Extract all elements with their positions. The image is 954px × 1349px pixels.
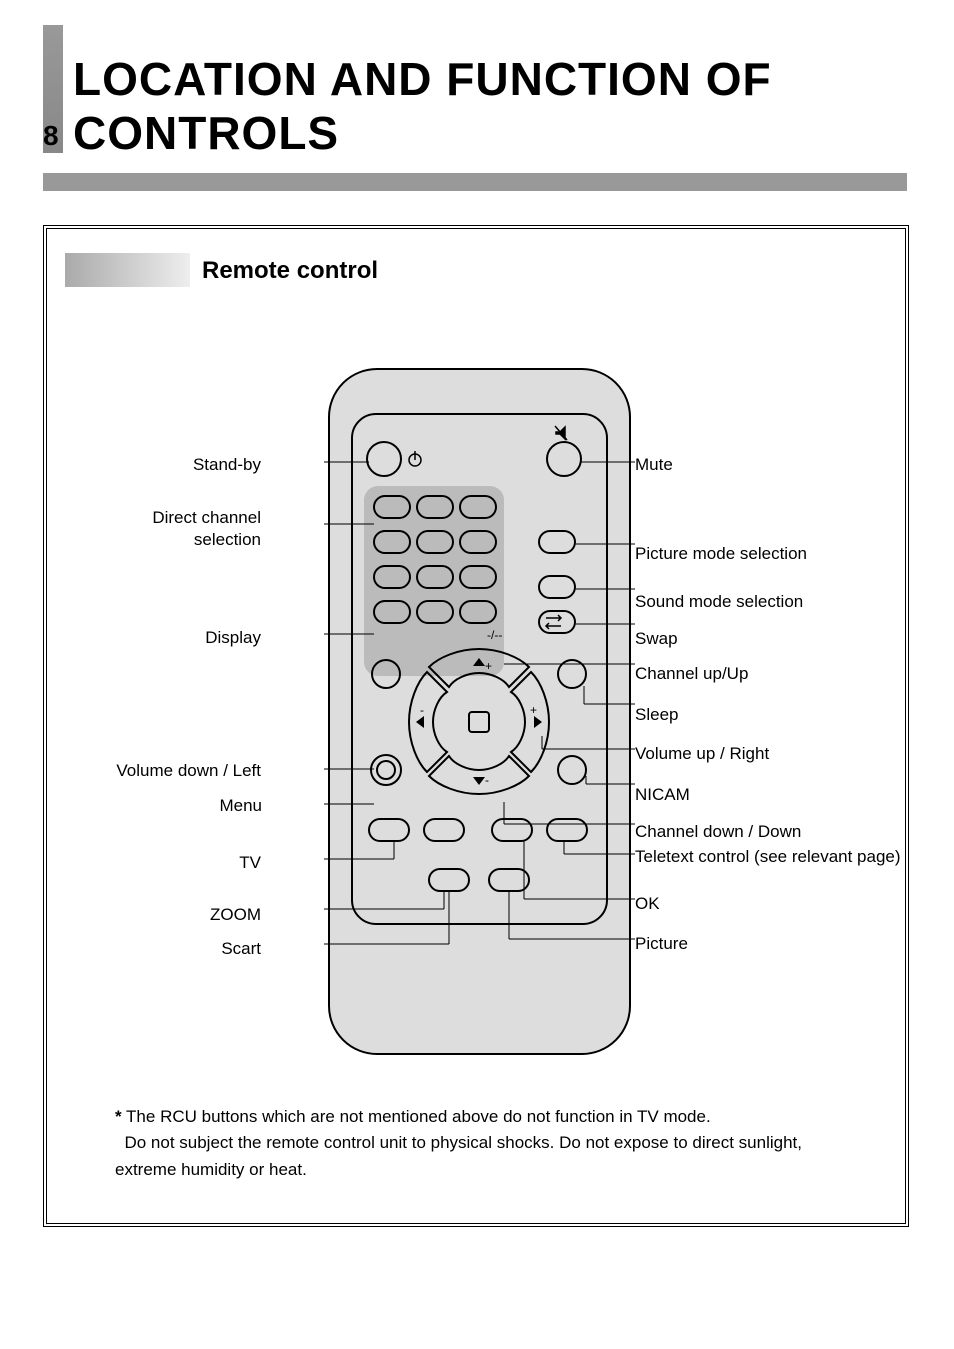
label-nicam: NICAM xyxy=(635,784,690,806)
label-channel-down: Channel down / Down xyxy=(635,821,801,843)
remote-diagram: -/-- + - - + xyxy=(324,364,635,1059)
footnote-star: * xyxy=(115,1107,122,1126)
label-ok: OK xyxy=(635,893,660,915)
section-badge xyxy=(65,253,190,287)
footnote-line1: The RCU buttons which are not mentioned … xyxy=(126,1107,711,1126)
section-badge-label: Remote control xyxy=(202,257,378,285)
svg-text:-: - xyxy=(485,773,489,787)
label-volume-down: Volume down / Left xyxy=(87,760,261,782)
content-frame: Remote control Stand-by Direct channel s… xyxy=(43,225,909,1227)
svg-text:-/--: -/-- xyxy=(487,628,502,642)
label-channel-up: Channel up/Up xyxy=(635,663,748,685)
label-sleep: Sleep xyxy=(635,704,678,726)
label-mute: Mute xyxy=(635,454,673,476)
label-teletext: Teletext control (see relevant page) xyxy=(635,846,901,868)
label-tv: TV xyxy=(197,852,261,874)
label-volume-up: Volume up / Right xyxy=(635,743,769,765)
footnote: * The RCU buttons which are not mentione… xyxy=(115,1104,845,1183)
label-direct-channel: Direct channel selection xyxy=(111,507,261,551)
section-title: LOCATION AND FUNCTION OF CONTROLS xyxy=(73,52,954,160)
header-rule xyxy=(43,173,907,191)
label-scart: Scart xyxy=(197,938,261,960)
label-zoom: ZOOM xyxy=(197,904,261,926)
svg-text:+: + xyxy=(530,703,537,717)
label-picture-mode: Picture mode selection xyxy=(635,543,807,565)
svg-text:+: + xyxy=(485,659,492,673)
page-number: 8 xyxy=(43,120,59,152)
label-picture: Picture xyxy=(635,933,688,955)
label-menu: Menu xyxy=(187,795,262,817)
label-display: Display xyxy=(177,627,261,649)
label-standby: Stand-by xyxy=(139,454,261,476)
footnote-line2: Do not subject the remote control unit t… xyxy=(115,1133,802,1178)
label-sound-mode: Sound mode selection xyxy=(635,591,803,613)
svg-text:-: - xyxy=(420,703,424,717)
label-swap: Swap xyxy=(635,628,678,650)
